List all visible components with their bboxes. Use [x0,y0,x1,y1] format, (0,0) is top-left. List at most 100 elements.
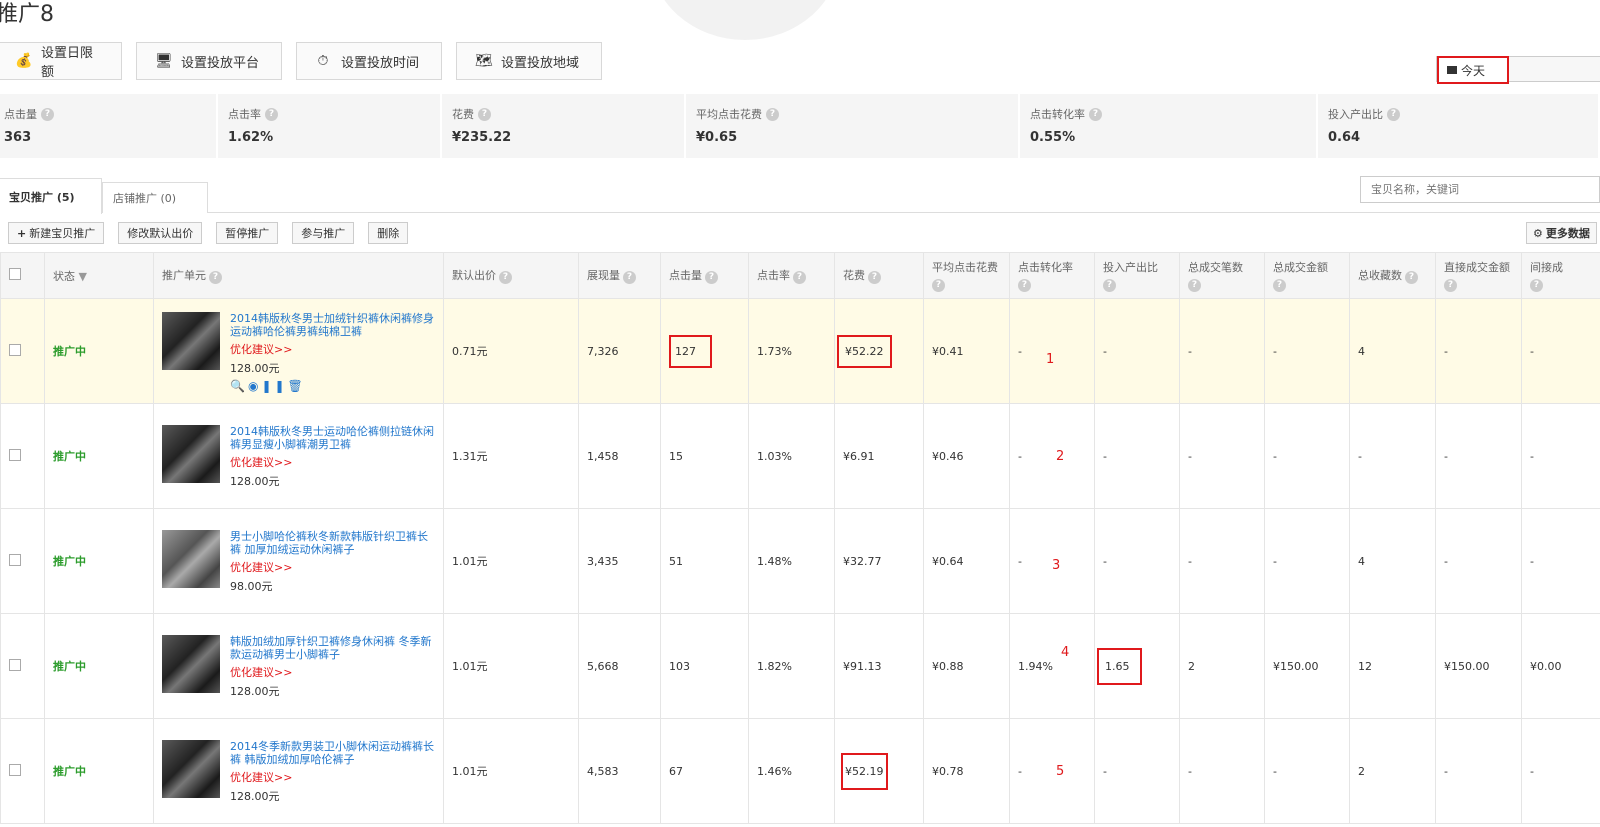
search-input[interactable] [1360,176,1600,203]
row-checkbox[interactable] [9,553,21,566]
row-checkbox[interactable] [9,658,21,671]
help-icon[interactable]: ? [766,107,779,121]
help-icon[interactable]: ? [478,107,491,121]
join-button[interactable]: 参与推广 [292,222,355,244]
help-icon[interactable]: ? [1018,279,1031,292]
col-impressions[interactable]: 展现量? [578,252,661,299]
bid-cell[interactable]: 1.31元 [443,403,579,509]
background-decoration [650,0,840,40]
product-title-link[interactable]: 男士小脚哈伦裤秋冬新款韩版针织卫裤长裤 加厚加绒运动休闲裤子 [230,530,435,556]
product-title-link[interactable]: 2014冬季新款男装卫小脚休闲运动裤裤长裤 韩版加绒加厚哈伦裤子 [230,740,435,766]
product-thumbnail[interactable] [162,635,220,693]
table-header: 状态 ▼ 推广单元? 默认出价? 展现量? 点击量? 点击率? 花费? 平均点击… [0,252,1600,299]
globe-icon[interactable]: ◉ [248,379,261,393]
modify-bid-button[interactable]: 修改默认出价 [118,222,203,244]
direct-gmv-cell: - [1435,508,1522,614]
product-title-link[interactable]: 韩版加绒加厚针织卫裤修身休闲裤 冬季新款运动裤男士小脚裤子 [230,635,435,661]
bid-cell[interactable]: 1.01元 [443,613,579,719]
col-gmv[interactable]: 总成交金额? [1264,252,1350,299]
product-price: 128.00元 [230,790,280,803]
help-icon[interactable]: ? [868,271,881,284]
cpc-cell: ¥0.78 [923,718,1010,824]
col-favorites[interactable]: 总收藏数? [1349,252,1436,299]
help-icon[interactable]: ? [623,271,636,284]
new-item-promotion-button[interactable]: + 新建宝贝推广 [8,222,105,244]
help-icon[interactable]: ? [1530,279,1543,292]
product-title-link[interactable]: 2014韩版秋冬男士加绒针织裤休闲裤修身运动裤哈伦裤男裤纯棉卫裤 [230,312,435,338]
direct-gmv-cell: - [1435,718,1522,824]
search-icon[interactable]: 🔍 [230,379,248,393]
col-cpc[interactable]: 平均点击花费? [923,252,1010,299]
money-bag-icon: 💰 [15,53,33,69]
help-icon[interactable]: ? [41,107,54,121]
ctr-cell: 1.48% [748,508,835,614]
product-thumbnail[interactable] [162,311,220,370]
favorites-cell: 4 [1349,508,1436,614]
set-platform-button[interactable]: 🖥 设置投放平台 [136,42,282,80]
set-schedule-button[interactable]: ⏱ 设置投放时间 [296,42,442,80]
help-icon[interactable]: ? [1405,271,1418,284]
set-daily-limit-button[interactable]: 💰 设置日限额 [0,42,122,80]
optimize-suggestion-link[interactable]: 优化建议>> [230,769,435,785]
select-all-checkbox[interactable] [9,268,21,280]
help-icon[interactable]: ? [1273,279,1286,292]
cost-value: ¥52.22 [837,334,892,368]
bid-cell[interactable]: 0.71元 [443,298,579,404]
help-icon[interactable]: ? [209,271,222,284]
calendar-icon [1447,66,1457,74]
tab-shop-promotion[interactable]: 店铺推广 (0) [102,182,208,213]
optimize-suggestion-link[interactable]: 优化建议>> [230,341,435,357]
col-status[interactable]: 状态 ▼ [44,252,154,299]
col-clicks[interactable]: 点击量? [660,252,749,299]
action-label: 设置投放地域 [501,55,580,71]
help-icon[interactable]: ? [1089,107,1102,121]
col-direct-gmv[interactable]: 直接成交金额? [1435,252,1522,299]
product-thumbnail[interactable] [162,740,220,798]
bid-cell[interactable]: 1.01元 [443,718,579,824]
pause-button[interactable]: 暂停推广 [216,222,279,244]
help-icon[interactable]: ? [705,271,718,284]
product-title-link[interactable]: 2014韩版秋冬男士运动哈伦裤侧拉链休闲裤男显瘦小脚裤潮男卫裤 [230,425,435,451]
help-icon[interactable]: ? [793,271,806,284]
status-badge: 推广中 [53,345,86,358]
optimize-suggestion-link[interactable]: 优化建议>> [230,664,435,680]
bid-cell[interactable]: 1.01元 [443,508,579,614]
optimize-suggestion-link[interactable]: 优化建议>> [230,559,435,575]
col-roi[interactable]: 投入产出比? [1094,252,1180,299]
set-region-button[interactable]: 🗺 设置投放地域 [456,42,602,80]
date-range-select[interactable]: 今天 [1436,56,1600,84]
more-data-button[interactable]: ⚙ 更多数据 [1526,222,1597,244]
stat-label: 花费 [452,108,474,121]
col-bid[interactable]: 默认出价? [443,252,579,299]
help-icon[interactable]: ? [1188,279,1201,292]
row-checkbox[interactable] [9,343,21,356]
trash-icon[interactable]: 🗑 [288,379,306,393]
help-icon[interactable]: ? [265,107,278,121]
annotation-number: 3 [1051,557,1061,573]
pause-icon[interactable]: ❚❚ [261,379,287,393]
row-checkbox[interactable] [9,448,21,461]
col-cvr[interactable]: 点击转化率? [1009,252,1095,299]
action-label: 设置投放时间 [341,55,420,71]
product-thumbnail[interactable] [162,530,220,588]
clicks-cell: 15 [660,403,749,509]
col-cost[interactable]: 花费? [834,252,924,299]
chevron-down-icon[interactable]: ▼ [79,270,87,283]
help-icon[interactable]: ? [932,279,945,292]
promotion-table: 状态 ▼ 推广单元? 默认出价? 展现量? 点击量? 点击率? 花费? 平均点击… [0,252,1600,824]
delete-button[interactable]: 删除 [368,222,409,244]
product-thumbnail[interactable] [162,425,220,483]
help-icon[interactable]: ? [1387,107,1400,121]
orders-cell: - [1179,403,1265,509]
action-bar: 💰 设置日限额 🖥 设置投放平台 ⏱ 设置投放时间 🗺 设置投放地域 [0,42,602,80]
col-ctr[interactable]: 点击率? [748,252,835,299]
row-checkbox[interactable] [9,763,21,776]
help-icon[interactable]: ? [1444,279,1457,292]
date-current[interactable]: 今天 [1437,56,1509,84]
col-orders[interactable]: 总成交笔数? [1179,252,1265,299]
tab-item-promotion[interactable]: 宝贝推广 (5) [0,178,102,214]
col-indirect-gmv[interactable]: 间接成? [1521,252,1600,299]
optimize-suggestion-link[interactable]: 优化建议>> [230,454,435,470]
help-icon[interactable]: ? [1103,279,1116,292]
help-icon[interactable]: ? [499,271,512,284]
